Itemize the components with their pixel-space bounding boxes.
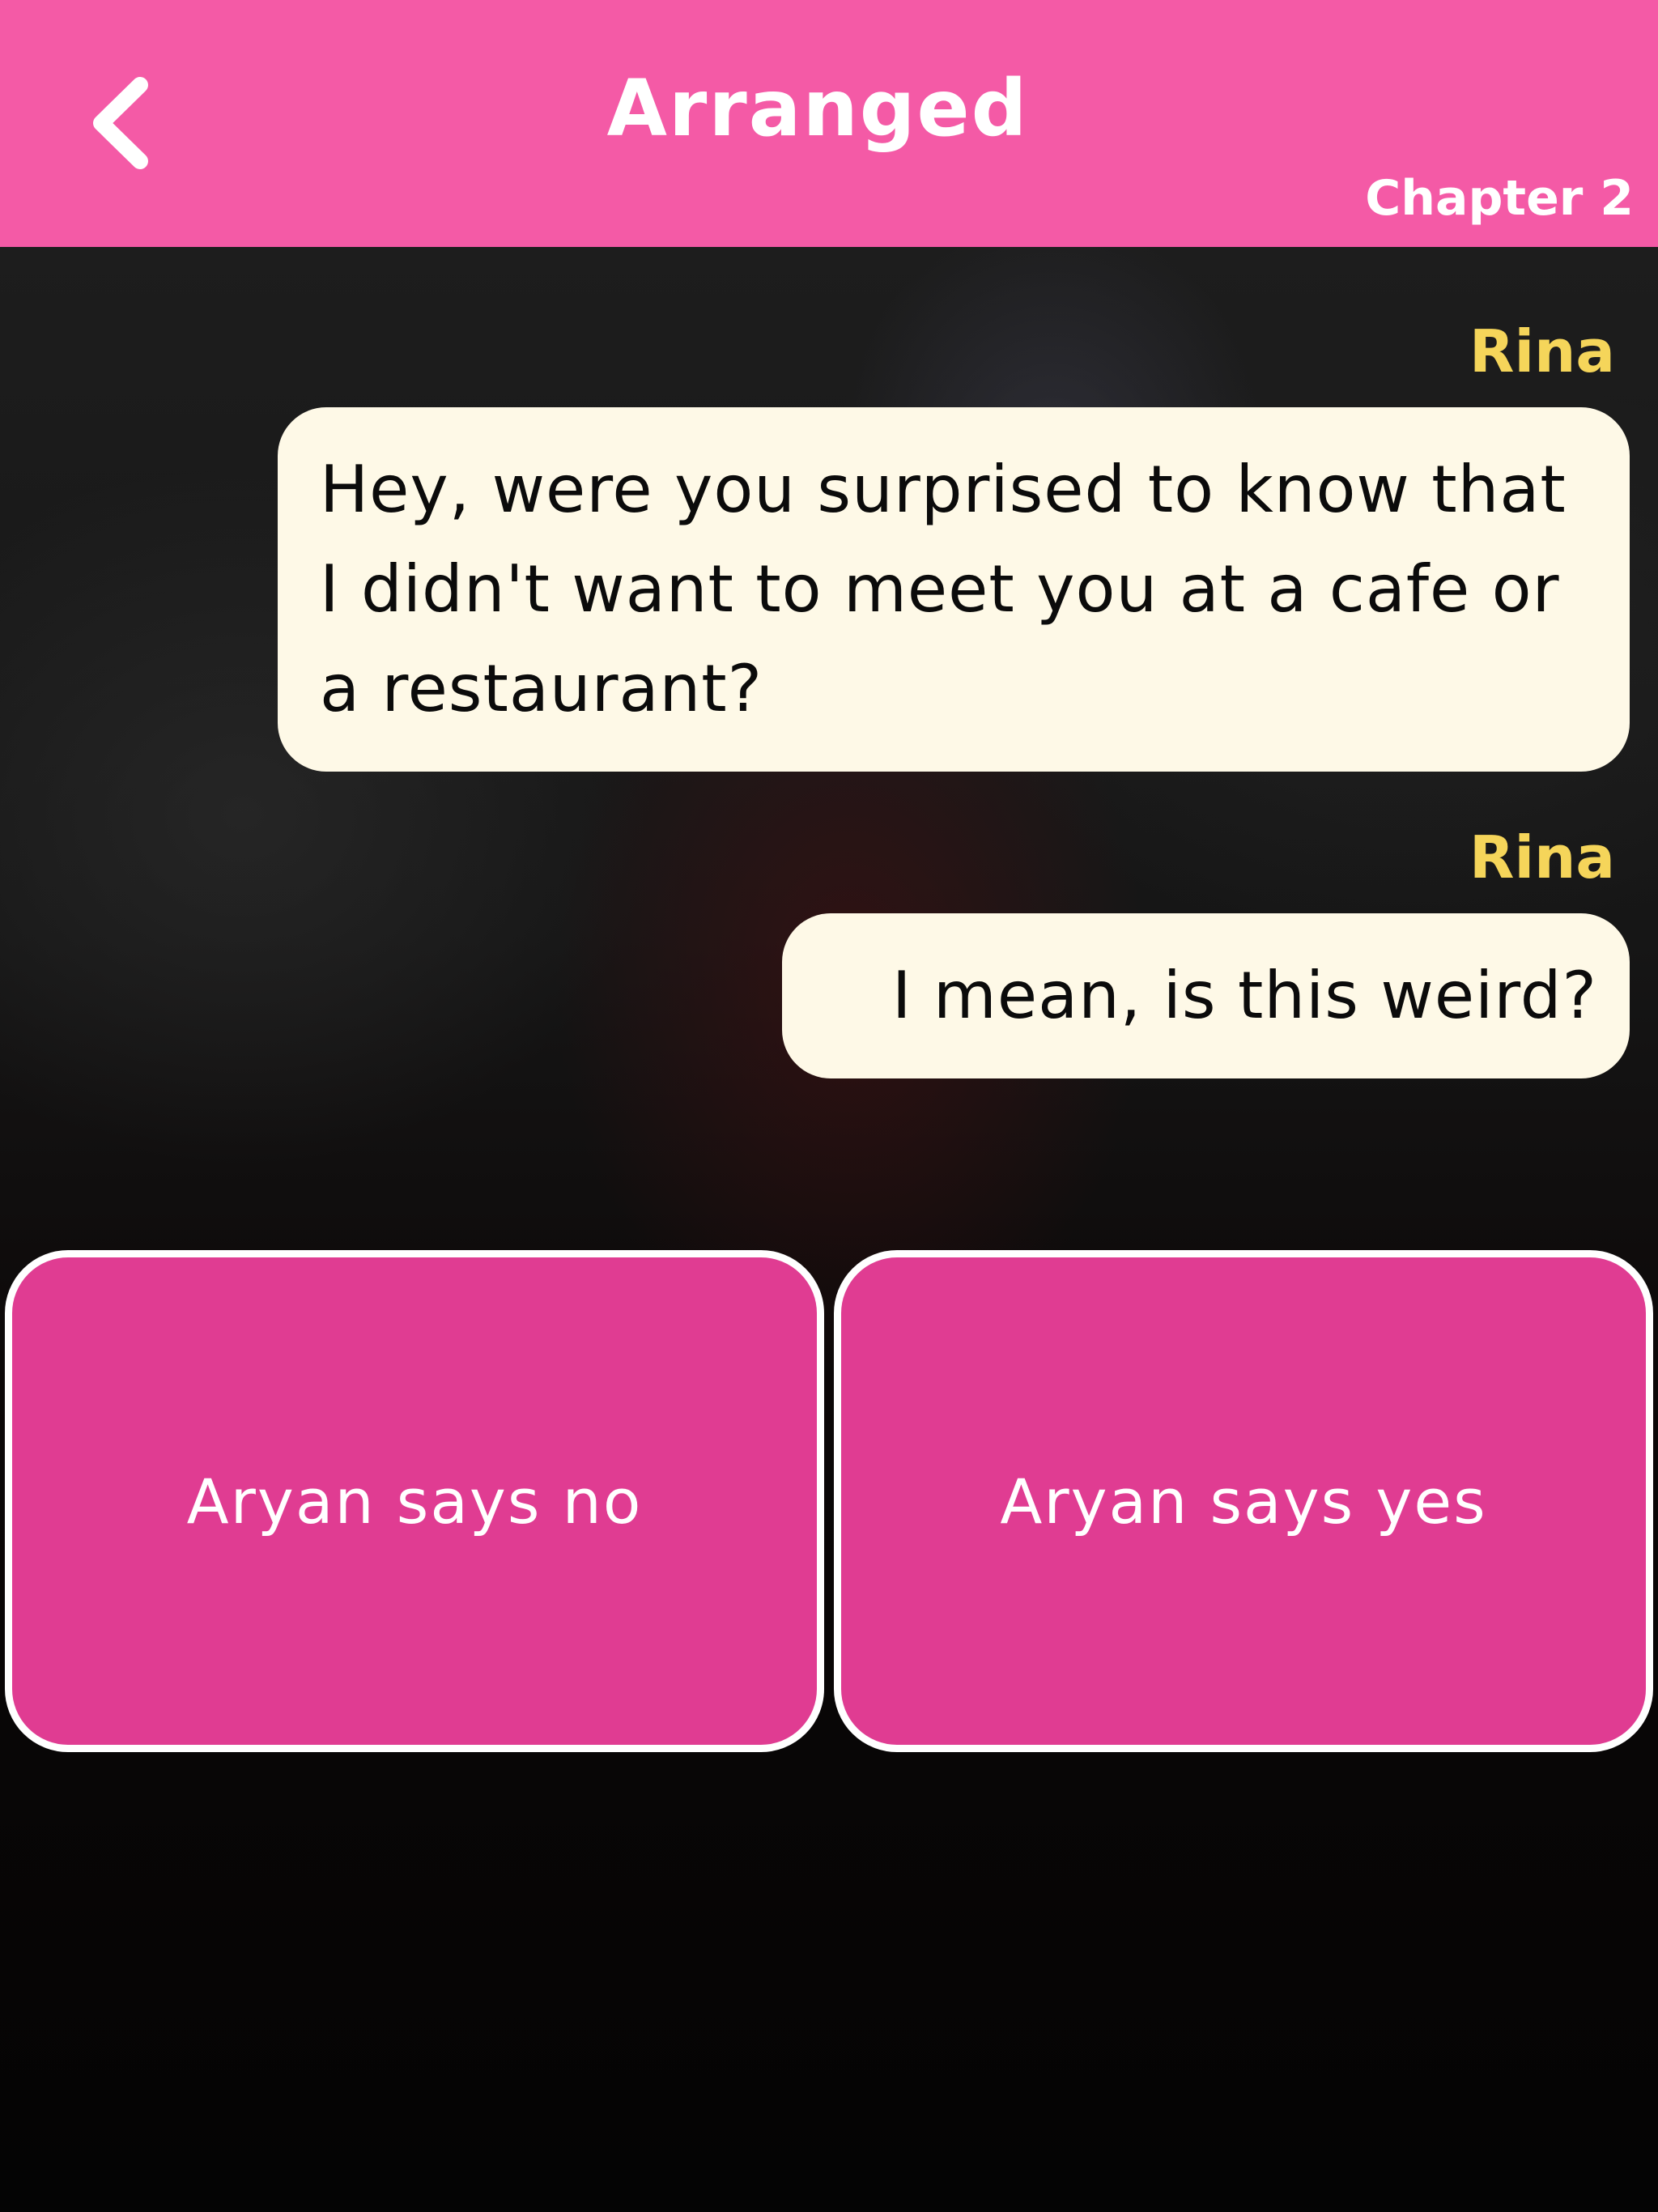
- speaker-name: Rina: [1469, 823, 1615, 891]
- speaker-name: Rina: [1469, 317, 1615, 385]
- choice-button-yes[interactable]: Aryan says yes: [834, 1250, 1653, 1752]
- choice-button-no[interactable]: Aryan says no: [5, 1250, 824, 1752]
- message-bubble: Hey, were you surprised to know that I d…: [278, 407, 1630, 772]
- chapter-label: Chapter 2: [1365, 170, 1634, 227]
- message-bubble: I mean, is this weird?: [782, 913, 1630, 1078]
- story-title: Arranged: [606, 63, 1029, 154]
- choice-label: Aryan says no: [186, 1465, 643, 1538]
- top-bar: Arranged Chapter 2: [0, 0, 1658, 247]
- choice-label: Aryan says yes: [1000, 1465, 1487, 1538]
